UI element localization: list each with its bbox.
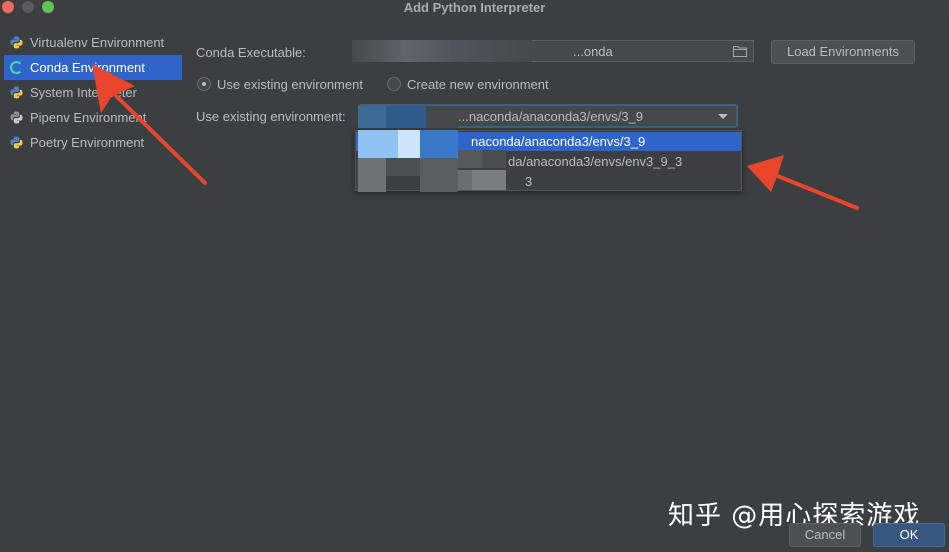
ok-button[interactable]: OK: [873, 523, 945, 547]
cancel-button[interactable]: Cancel: [789, 523, 861, 547]
annotation-arrows: [92, 64, 859, 210]
red-arrow-icon: [92, 64, 207, 185]
red-arrow-icon: [747, 155, 859, 210]
